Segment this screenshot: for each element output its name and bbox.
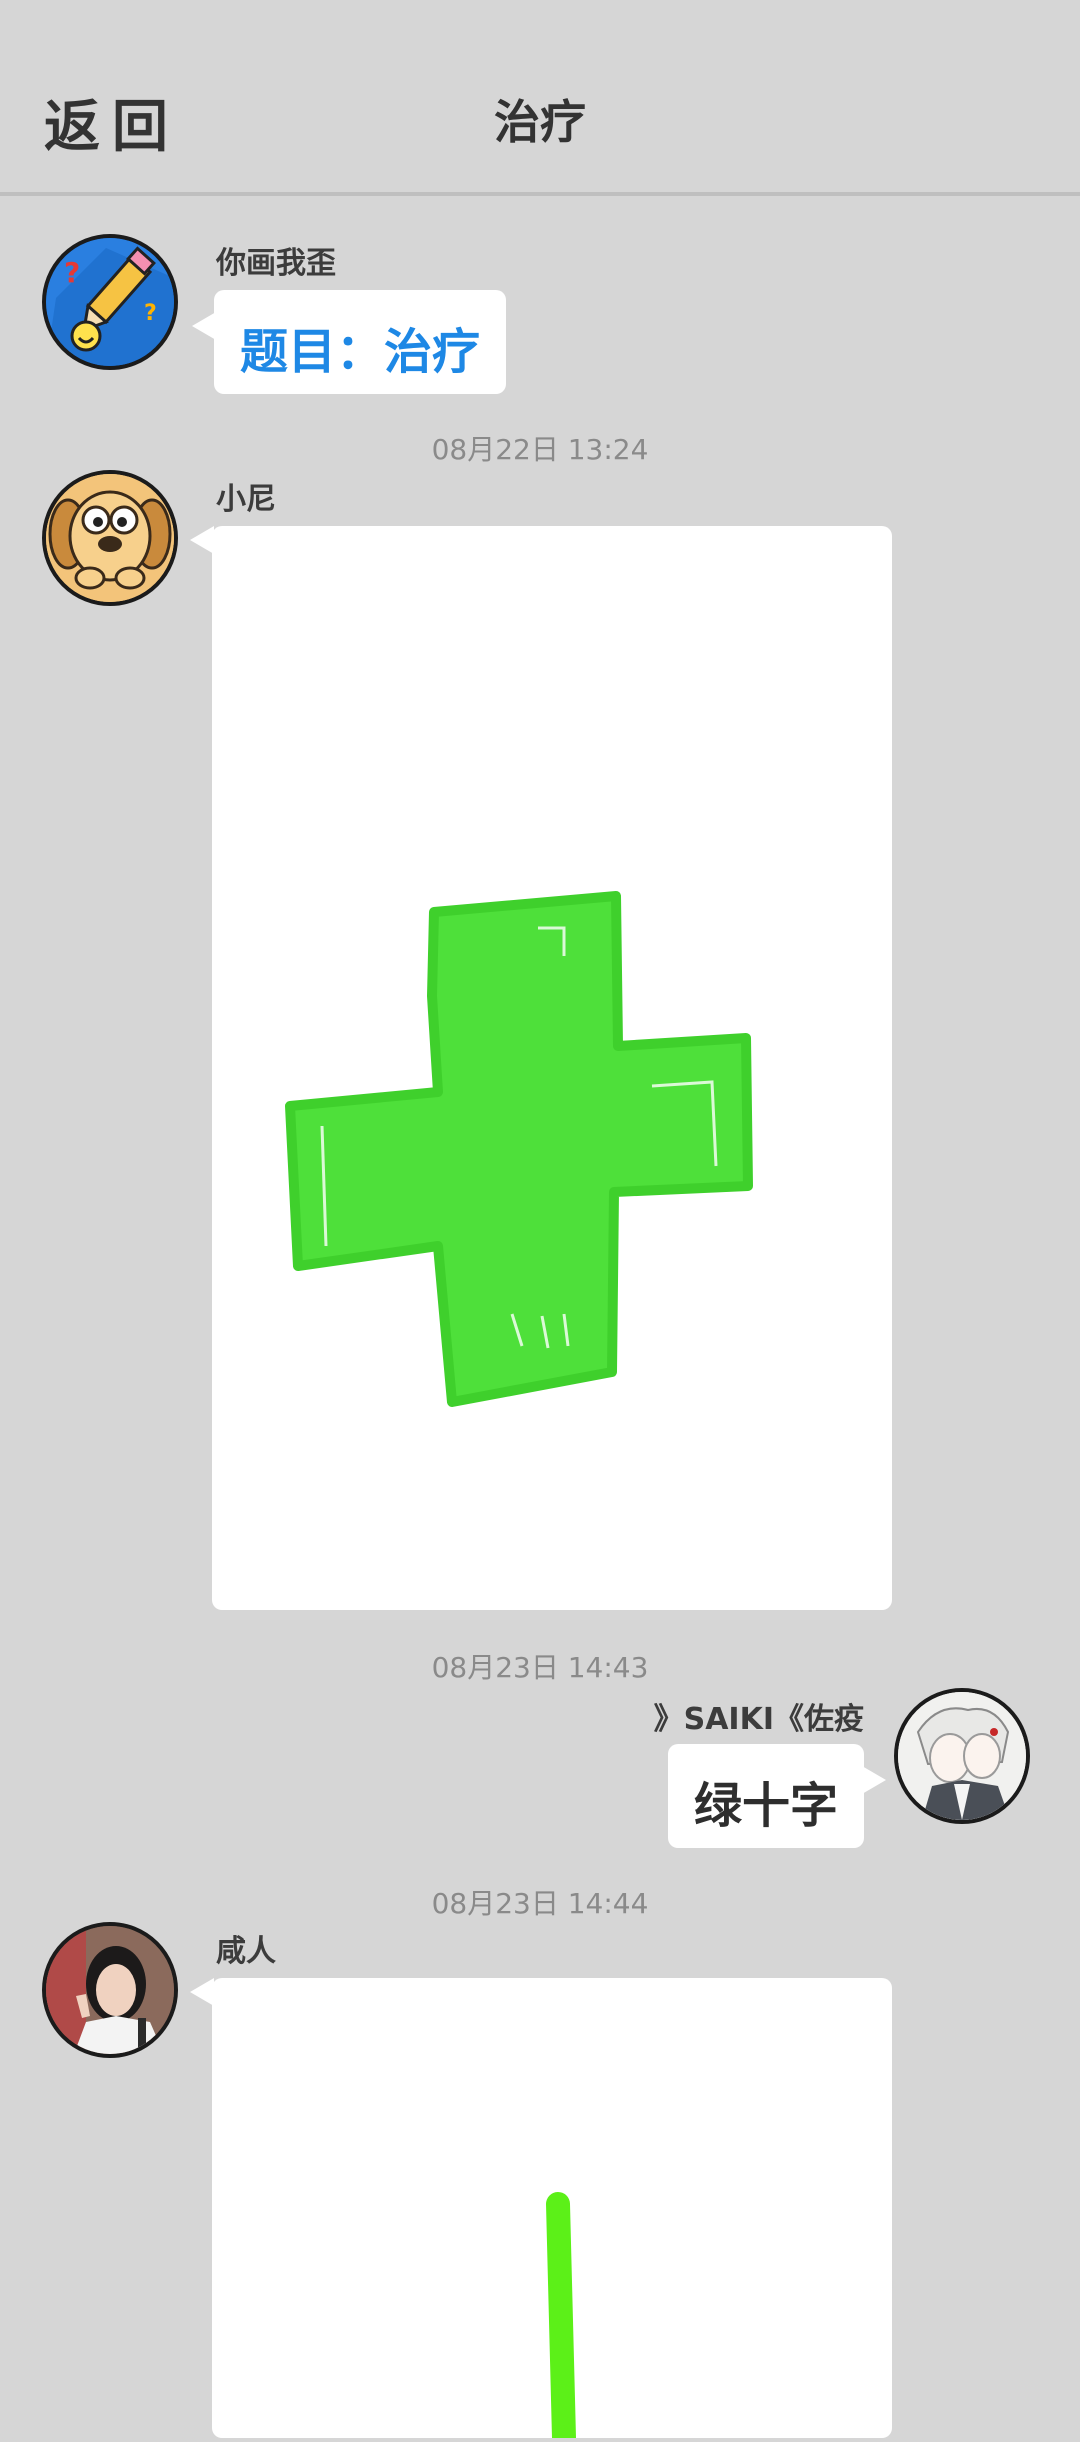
anime-character-avatar[interactable] xyxy=(894,1688,1030,1824)
sender-name: 小尼 xyxy=(216,482,276,517)
svg-text:?: ? xyxy=(64,256,80,289)
top-bar: 返回 治疗 xyxy=(0,0,1080,196)
message-text: 绿十字 xyxy=(693,1778,838,1834)
drawing-bubble[interactable] xyxy=(190,1978,892,2442)
drawing-bubble[interactable] xyxy=(190,526,892,1610)
svg-text:?: ? xyxy=(144,301,157,326)
timestamp: 08月23日 14:44 xyxy=(431,1887,649,1920)
green-cross-drawing xyxy=(285,891,753,1407)
sender-name: 咸人 xyxy=(216,1934,276,1969)
user-photo-avatar[interactable] xyxy=(42,1922,178,2058)
timestamp: 08月22日 13:24 xyxy=(431,433,649,466)
timestamp: 08月23日 14:43 xyxy=(431,1651,649,1684)
cartoon-dog-avatar[interactable] xyxy=(42,470,178,606)
page-title: 治疗 xyxy=(494,95,586,149)
pencil-game-logo-icon[interactable]: ? ? xyxy=(42,234,178,370)
sender-name: 》SAIKI《佐疫 xyxy=(653,1702,864,1737)
sender-name: 你画我歪 xyxy=(216,246,336,281)
topic-text: 题目：治疗 xyxy=(240,324,481,380)
message-bubble[interactable]: 绿十字 xyxy=(667,1744,887,1848)
message-bubble[interactable]: 题目：治疗 xyxy=(191,290,507,394)
green-line-drawing xyxy=(546,2192,576,2442)
